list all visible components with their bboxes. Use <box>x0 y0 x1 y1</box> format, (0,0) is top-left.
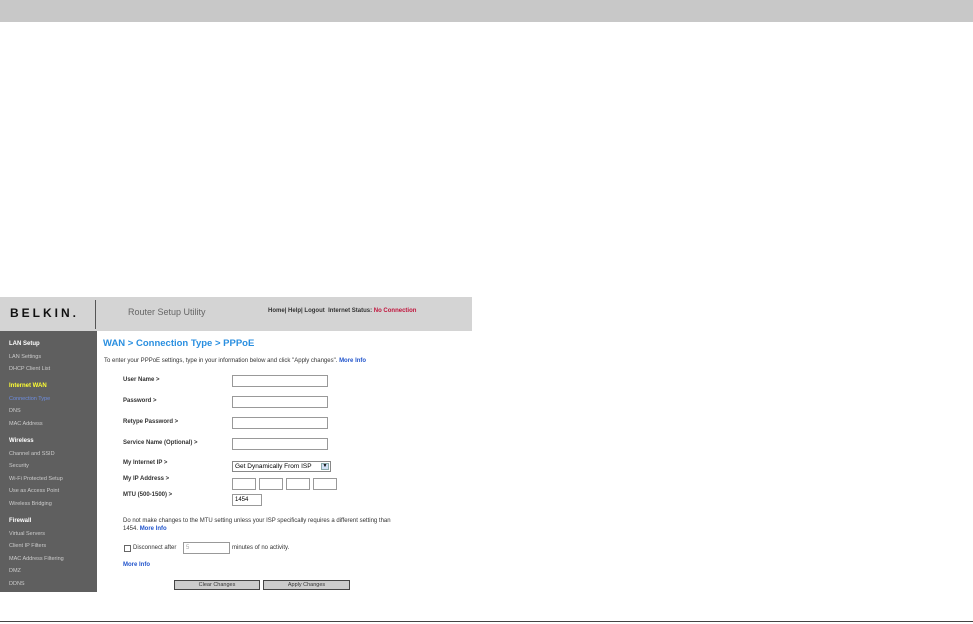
mtu-more-info-link[interactable]: More Info <box>140 526 167 532</box>
chevron-down-icon: ▼ <box>321 463 329 470</box>
internet-status-label: Internet Status: <box>328 308 373 314</box>
password-label: Password > <box>123 398 157 404</box>
internet-status-value: No Connection <box>373 308 417 314</box>
app-title: Router Setup Utility <box>128 307 206 317</box>
mtu-note: Do not make changes to the MTU setting u… <box>123 517 393 533</box>
help-link[interactable]: Help <box>288 308 301 314</box>
intro-text: To enter your PPPoE settings, type in yo… <box>104 358 366 364</box>
password-input[interactable] <box>232 396 328 408</box>
belkin-logo: BELKIN. <box>10 306 79 320</box>
internet-ip-label: My Internet IP > <box>123 460 168 466</box>
sidebar-section-internet-wan: Internet WAN <box>9 383 47 389</box>
ip-octet-4[interactable] <box>313 478 337 490</box>
internet-ip-selected: Get Dynamically From ISP <box>235 463 312 470</box>
sidebar: LAN Setup LAN Settings DHCP Client List … <box>0 331 97 592</box>
mtu-label: MTU (500-1500) > <box>123 492 173 498</box>
disconnect-minutes-input[interactable]: 5 <box>183 542 230 554</box>
disconnect-label: Disconnect after <box>133 545 177 551</box>
header-links: Home| Help| Logout Internet Status: No C… <box>268 308 416 314</box>
sidebar-item-mac-filtering[interactable]: MAC Address Filtering <box>9 556 64 562</box>
sidebar-item-channel-ssid[interactable]: Channel and SSID <box>9 451 55 457</box>
ip-octet-1[interactable] <box>232 478 256 490</box>
bottom-divider <box>0 621 973 622</box>
retype-password-input[interactable] <box>232 417 328 429</box>
divider <box>95 300 96 329</box>
ip-octet-2[interactable] <box>259 478 283 490</box>
sidebar-item-lan-settings[interactable]: LAN Settings <box>9 354 41 360</box>
sidebar-item-wps[interactable]: Wi-Fi Protected Setup <box>9 476 63 482</box>
separator: | <box>284 308 287 314</box>
user-name-label: User Name > <box>123 377 160 383</box>
sidebar-item-connection-type[interactable]: Connection Type <box>9 396 50 402</box>
more-info-link[interactable]: More Info <box>339 358 366 364</box>
sidebar-section-wireless: Wireless <box>9 438 34 444</box>
logout-link[interactable]: Logout <box>304 308 324 314</box>
service-name-input[interactable] <box>232 438 328 450</box>
sidebar-item-wireless-bridging[interactable]: Wireless Bridging <box>9 501 52 507</box>
disconnect-checkbox[interactable] <box>124 545 131 552</box>
internet-ip-select[interactable]: Get Dynamically From ISP ▼ <box>232 461 331 472</box>
disconnect-suffix: minutes of no activity. <box>232 545 290 551</box>
page-title: WAN > Connection Type > PPPoE <box>103 338 255 349</box>
mtu-input[interactable]: 1454 <box>232 494 262 506</box>
user-name-input[interactable] <box>232 375 328 387</box>
sidebar-item-mac-address[interactable]: MAC Address <box>9 421 43 427</box>
sidebar-item-dns[interactable]: DNS <box>9 408 21 414</box>
header: BELKIN. Router Setup Utility Home| Help|… <box>0 297 472 331</box>
service-name-label: Service Name (Optional) > <box>123 440 198 446</box>
sidebar-item-security[interactable]: Security <box>9 463 29 469</box>
sidebar-item-dhcp-client-list[interactable]: DHCP Client List <box>9 366 50 372</box>
sidebar-item-access-point[interactable]: Use as Access Point <box>9 488 59 494</box>
separator: | <box>301 308 303 314</box>
apply-changes-button[interactable]: Apply Changes <box>263 580 350 590</box>
ip-address-label: My IP Address > <box>123 476 170 482</box>
sidebar-item-dmz[interactable]: DMZ <box>9 568 21 574</box>
sidebar-item-virtual-servers[interactable]: Virtual Servers <box>9 531 45 537</box>
more-info-link-bottom[interactable]: More Info <box>123 562 150 568</box>
sidebar-item-ddns[interactable]: DDNS <box>9 581 25 587</box>
ip-octet-3[interactable] <box>286 478 310 490</box>
sidebar-item-client-ip-filters[interactable]: Client IP Filters <box>9 543 46 549</box>
sidebar-section-lan-setup: LAN Setup <box>9 341 40 347</box>
intro-text-body: To enter your PPPoE settings, type in yo… <box>104 358 338 364</box>
router-setup-window: BELKIN. Router Setup Utility Home| Help|… <box>0 297 472 592</box>
top-bar <box>0 0 973 22</box>
sidebar-section-firewall: Firewall <box>9 518 32 524</box>
clear-changes-button[interactable]: Clear Changes <box>174 580 260 590</box>
retype-password-label: Retype Password > <box>123 419 179 425</box>
home-link[interactable]: Home <box>268 308 285 314</box>
